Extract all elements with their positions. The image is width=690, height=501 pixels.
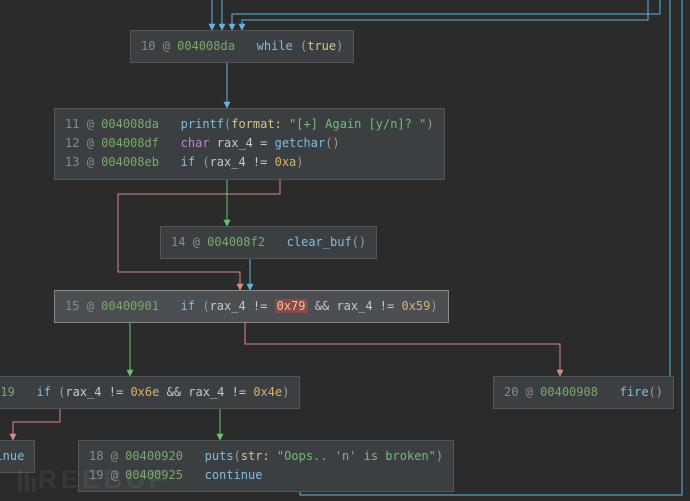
call-puts: puts — [205, 449, 234, 463]
watermark-icon — [18, 470, 36, 492]
cfg-block-11[interactable]: 11 @ 004008da printf(format: "[+] Again … — [54, 108, 445, 180]
line-number: 12 — [65, 136, 79, 150]
var-rax4: rax_4 — [217, 136, 253, 150]
num-0x4e: 0x4e — [253, 385, 282, 399]
line-number: 13 — [65, 155, 79, 169]
cfg-block-10[interactable]: 10 @ 004008da while (true) — [130, 30, 354, 63]
line-number: 14 — [171, 235, 185, 249]
keyword-while: while — [257, 39, 293, 53]
num-0x59: 0x59 — [401, 299, 430, 313]
address: 004008df — [101, 136, 159, 150]
keyword-continue: continue — [205, 468, 263, 482]
address: 004008eb — [101, 155, 159, 169]
arg-name: format: — [231, 117, 282, 131]
keyword-continue-partial: ntinue — [0, 449, 24, 463]
cfg-canvas: 10 @ 004008da while (true) 11 @ 004008da… — [0, 0, 690, 501]
line-number: 11 — [65, 117, 79, 131]
cfg-block-20[interactable]: 20 @ 00400908 fire() — [493, 376, 674, 409]
cfg-block-15[interactable]: 15 @ 00400901 if (rax_4 != 0x79 && rax_4… — [54, 290, 449, 323]
keyword-if: if — [181, 299, 195, 313]
paren: ) — [336, 39, 343, 53]
line-number: 20 — [504, 385, 518, 399]
address: 00400920 — [125, 449, 183, 463]
address: 00400919 — [0, 385, 15, 399]
address: 004008f2 — [207, 235, 265, 249]
num-0xa: 0xa — [275, 155, 297, 169]
call-fire: fire — [620, 385, 649, 399]
address: 004008da — [177, 39, 235, 53]
num-0x79: 0x79 — [275, 299, 308, 313]
line-number: 18 — [89, 449, 103, 463]
address: 00400908 — [540, 385, 598, 399]
string-literal: "[+] Again [y/n]? " — [289, 117, 426, 131]
num-0x6e: 0x6e — [130, 385, 159, 399]
arg-true: true — [307, 39, 336, 53]
cfg-block-14[interactable]: 14 @ 004008f2 clear_buf() — [160, 226, 377, 259]
at-sign: @ — [163, 39, 170, 53]
cfg-block-17[interactable]: 00400919 if (rax_4 != 0x6e && rax_4 != 0… — [0, 376, 300, 409]
address: 00400901 — [101, 299, 159, 313]
line-number: 10 — [141, 39, 155, 53]
keyword-if: if — [36, 385, 50, 399]
watermark: REEBUF — [18, 464, 169, 495]
type-char: char — [181, 136, 210, 150]
arg-name: str: — [241, 449, 270, 463]
call-printf: printf — [181, 117, 224, 131]
string-literal: "Oops.. 'n' is broken" — [277, 449, 436, 463]
keyword-if: if — [181, 155, 195, 169]
call-getchar: getchar — [275, 136, 326, 150]
address: 004008da — [101, 117, 159, 131]
call-clearbuf: clear_buf — [287, 235, 352, 249]
line-number: 15 — [65, 299, 79, 313]
